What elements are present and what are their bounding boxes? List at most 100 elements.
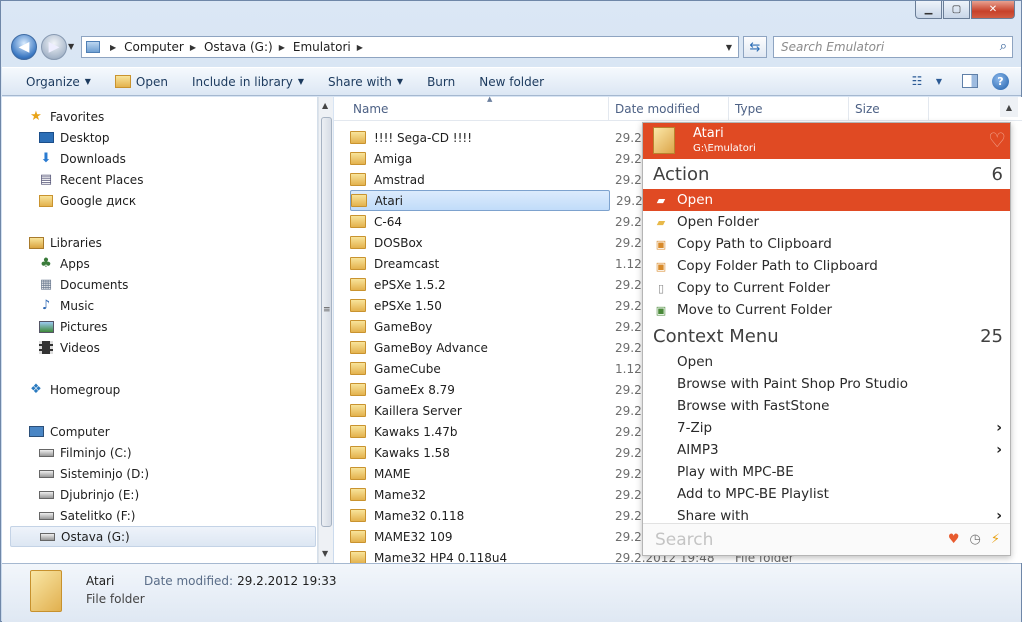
column-label: Date modified xyxy=(615,102,701,116)
launcher-path: G:\Emulatori xyxy=(693,143,756,154)
forward-button[interactable]: ▶ xyxy=(41,34,67,60)
nav-drive-c[interactable]: Filminjo (C:) xyxy=(38,442,354,463)
context-menu-item[interactable]: Add to MPC-BE Playlist xyxy=(643,483,1010,505)
action-item[interactable]: ▰ Open Folder xyxy=(643,211,1010,233)
section-label: Context Menu xyxy=(653,326,779,347)
launcher-search-input[interactable]: Search ♥ ◷ ⚡ xyxy=(643,523,1010,555)
organize-button[interactable]: Organize ▼ xyxy=(26,75,91,89)
minimize-button[interactable]: ▁ xyxy=(915,1,942,19)
scroll-up-icon[interactable]: ▲ xyxy=(1000,97,1018,117)
column-type[interactable]: Type xyxy=(729,97,849,121)
file-name: Kawaks 1.58 xyxy=(374,445,450,460)
scroll-down-icon[interactable]: ▼ xyxy=(322,549,328,558)
chevron-right-icon[interactable]: ▶ xyxy=(190,43,196,52)
nav-drive-d[interactable]: Sisteminjo (D:) xyxy=(38,463,354,484)
search-input[interactable]: Search Emulatori ⌕ xyxy=(773,36,1013,58)
context-menu-item[interactable]: Browse with FastStone xyxy=(643,395,1010,417)
nav-label: Documents xyxy=(60,277,129,292)
action-item[interactable]: ▯ Copy to Current Folder xyxy=(643,277,1010,299)
address-bar[interactable]: ▶ Computer ▶ Ostava (G:) ▶ Emulatori ▶ ▼ xyxy=(81,36,739,58)
context-label: Browse with FastStone xyxy=(677,398,830,414)
open-button[interactable]: Open xyxy=(114,75,168,89)
nav-recent-places[interactable]: ▤ Recent Places xyxy=(38,169,354,190)
history-icon[interactable]: ◷ xyxy=(970,532,981,547)
file-date: 29.2. xyxy=(615,403,646,418)
breadcrumb-computer[interactable]: Computer xyxy=(124,40,184,54)
view-options-icon[interactable]: ☷ xyxy=(908,72,926,90)
nav-downloads[interactable]: ⬇ Downloads xyxy=(38,148,354,169)
chevron-right-icon[interactable]: ▶ xyxy=(110,43,116,52)
drive-icon xyxy=(38,487,54,503)
column-date-modified[interactable]: Date modified xyxy=(609,97,729,121)
file-name: Atari xyxy=(374,193,403,208)
chevron-down-icon[interactable]: ▼ xyxy=(930,72,948,90)
table-row[interactable]: Atari 29.2. xyxy=(350,190,647,211)
nav-desktop[interactable]: Desktop xyxy=(38,127,354,148)
nav-pictures[interactable]: Pictures xyxy=(38,316,354,337)
refresh-button[interactable]: ⇆ xyxy=(743,36,767,58)
videos-icon xyxy=(38,340,54,356)
close-button[interactable]: ✕ xyxy=(971,1,1015,19)
folder-icon: ▰ xyxy=(656,215,666,229)
column-name[interactable]: Name ▲ xyxy=(347,95,609,121)
action-item[interactable]: ▣ Move to Current Folder xyxy=(643,299,1010,321)
burn-button[interactable]: Burn xyxy=(427,75,455,89)
sort-ascending-icon: ▲ xyxy=(487,95,493,103)
recent-pages-dropdown[interactable]: ▼ xyxy=(68,42,74,51)
nav-drive-e[interactable]: Djubrinjo (E:) xyxy=(38,484,354,505)
back-button[interactable]: ◀ xyxy=(11,34,37,60)
favorite-heart-icon[interactable]: ♡ xyxy=(988,128,1006,152)
action-item[interactable]: ▣ Copy Path to Clipboard xyxy=(643,233,1010,255)
file-date: 29.2. xyxy=(615,340,646,355)
scroll-up-icon[interactable]: ▲ xyxy=(322,101,328,110)
column-size[interactable]: Size xyxy=(849,97,929,121)
preview-pane-icon[interactable] xyxy=(962,74,978,88)
search-icon[interactable]: ⌕ xyxy=(1000,39,1007,54)
nav-homegroup[interactable]: ❖ Homegroup xyxy=(28,379,344,400)
nav-label: Favorites xyxy=(50,109,105,124)
grip-icon: ≡ xyxy=(323,305,331,315)
nav-google-drive[interactable]: Google диск xyxy=(38,190,354,211)
chevron-right-icon[interactable]: ▶ xyxy=(357,43,363,52)
context-menu-item[interactable]: 7-Zip › xyxy=(643,417,1010,439)
nav-scrollbar[interactable]: ▲ ≡ ▼ xyxy=(318,97,333,563)
downloads-icon: ⬇ xyxy=(40,151,52,166)
favorites-icon[interactable]: ♥ xyxy=(948,532,960,547)
nav-documents[interactable]: ▦ Documents xyxy=(38,274,354,295)
nav-apps[interactable]: ♣ Apps xyxy=(38,253,354,274)
share-with-button[interactable]: Share with ▼ xyxy=(328,75,403,89)
nav-favorites[interactable]: ★ Favorites xyxy=(28,106,344,127)
action-item[interactable]: ▣ Copy Folder Path to Clipboard xyxy=(643,255,1010,277)
nav-libraries[interactable]: Libraries xyxy=(28,232,344,253)
maximize-button[interactable]: ▢ xyxy=(943,1,970,19)
breadcrumb-drive[interactable]: Ostava (G:) xyxy=(204,40,273,54)
nav-drive-g[interactable]: Ostava (G:) xyxy=(10,526,316,547)
context-label: Add to MPC-BE Playlist xyxy=(677,486,829,502)
clipboard-icon: ▣ xyxy=(655,259,667,273)
breadcrumb-folder[interactable]: Emulatori xyxy=(293,40,351,54)
new-folder-button[interactable]: New folder xyxy=(479,75,544,89)
address-dropdown-icon[interactable]: ▼ xyxy=(726,43,732,52)
lightning-icon[interactable]: ⚡ xyxy=(991,532,1000,547)
file-name: ePSXe 1.50 xyxy=(374,298,442,313)
nav-label: Music xyxy=(60,298,95,313)
context-menu-item[interactable]: AIMP3 › xyxy=(643,439,1010,461)
file-date: 29.2. xyxy=(615,529,646,544)
nav-videos[interactable]: Videos xyxy=(38,337,354,358)
nav-drive-f[interactable]: Satelitko (F:) xyxy=(38,505,354,526)
context-label: AIMP3 xyxy=(677,442,719,458)
include-in-library-button[interactable]: Include in library ▼ xyxy=(192,75,304,89)
context-label: 7-Zip xyxy=(677,420,713,436)
chevron-down-icon: ▼ xyxy=(84,77,91,86)
scroll-thumb[interactable] xyxy=(321,117,332,527)
nav-computer[interactable]: Computer xyxy=(28,421,344,442)
action-item[interactable]: ▰ Open xyxy=(643,189,1010,211)
context-menu-item[interactable]: Play with MPC-BE xyxy=(643,461,1010,483)
nav-music[interactable]: ♪ Music xyxy=(38,295,354,316)
chevron-right-icon[interactable]: ▶ xyxy=(279,43,285,52)
open-icon xyxy=(114,75,131,88)
help-icon[interactable]: ? xyxy=(992,72,1009,90)
context-menu-item[interactable]: Browse with Paint Shop Pro Studio xyxy=(643,373,1010,395)
launcher-search-placeholder: Search xyxy=(655,530,714,550)
context-menu-item[interactable]: Open xyxy=(643,351,1010,373)
